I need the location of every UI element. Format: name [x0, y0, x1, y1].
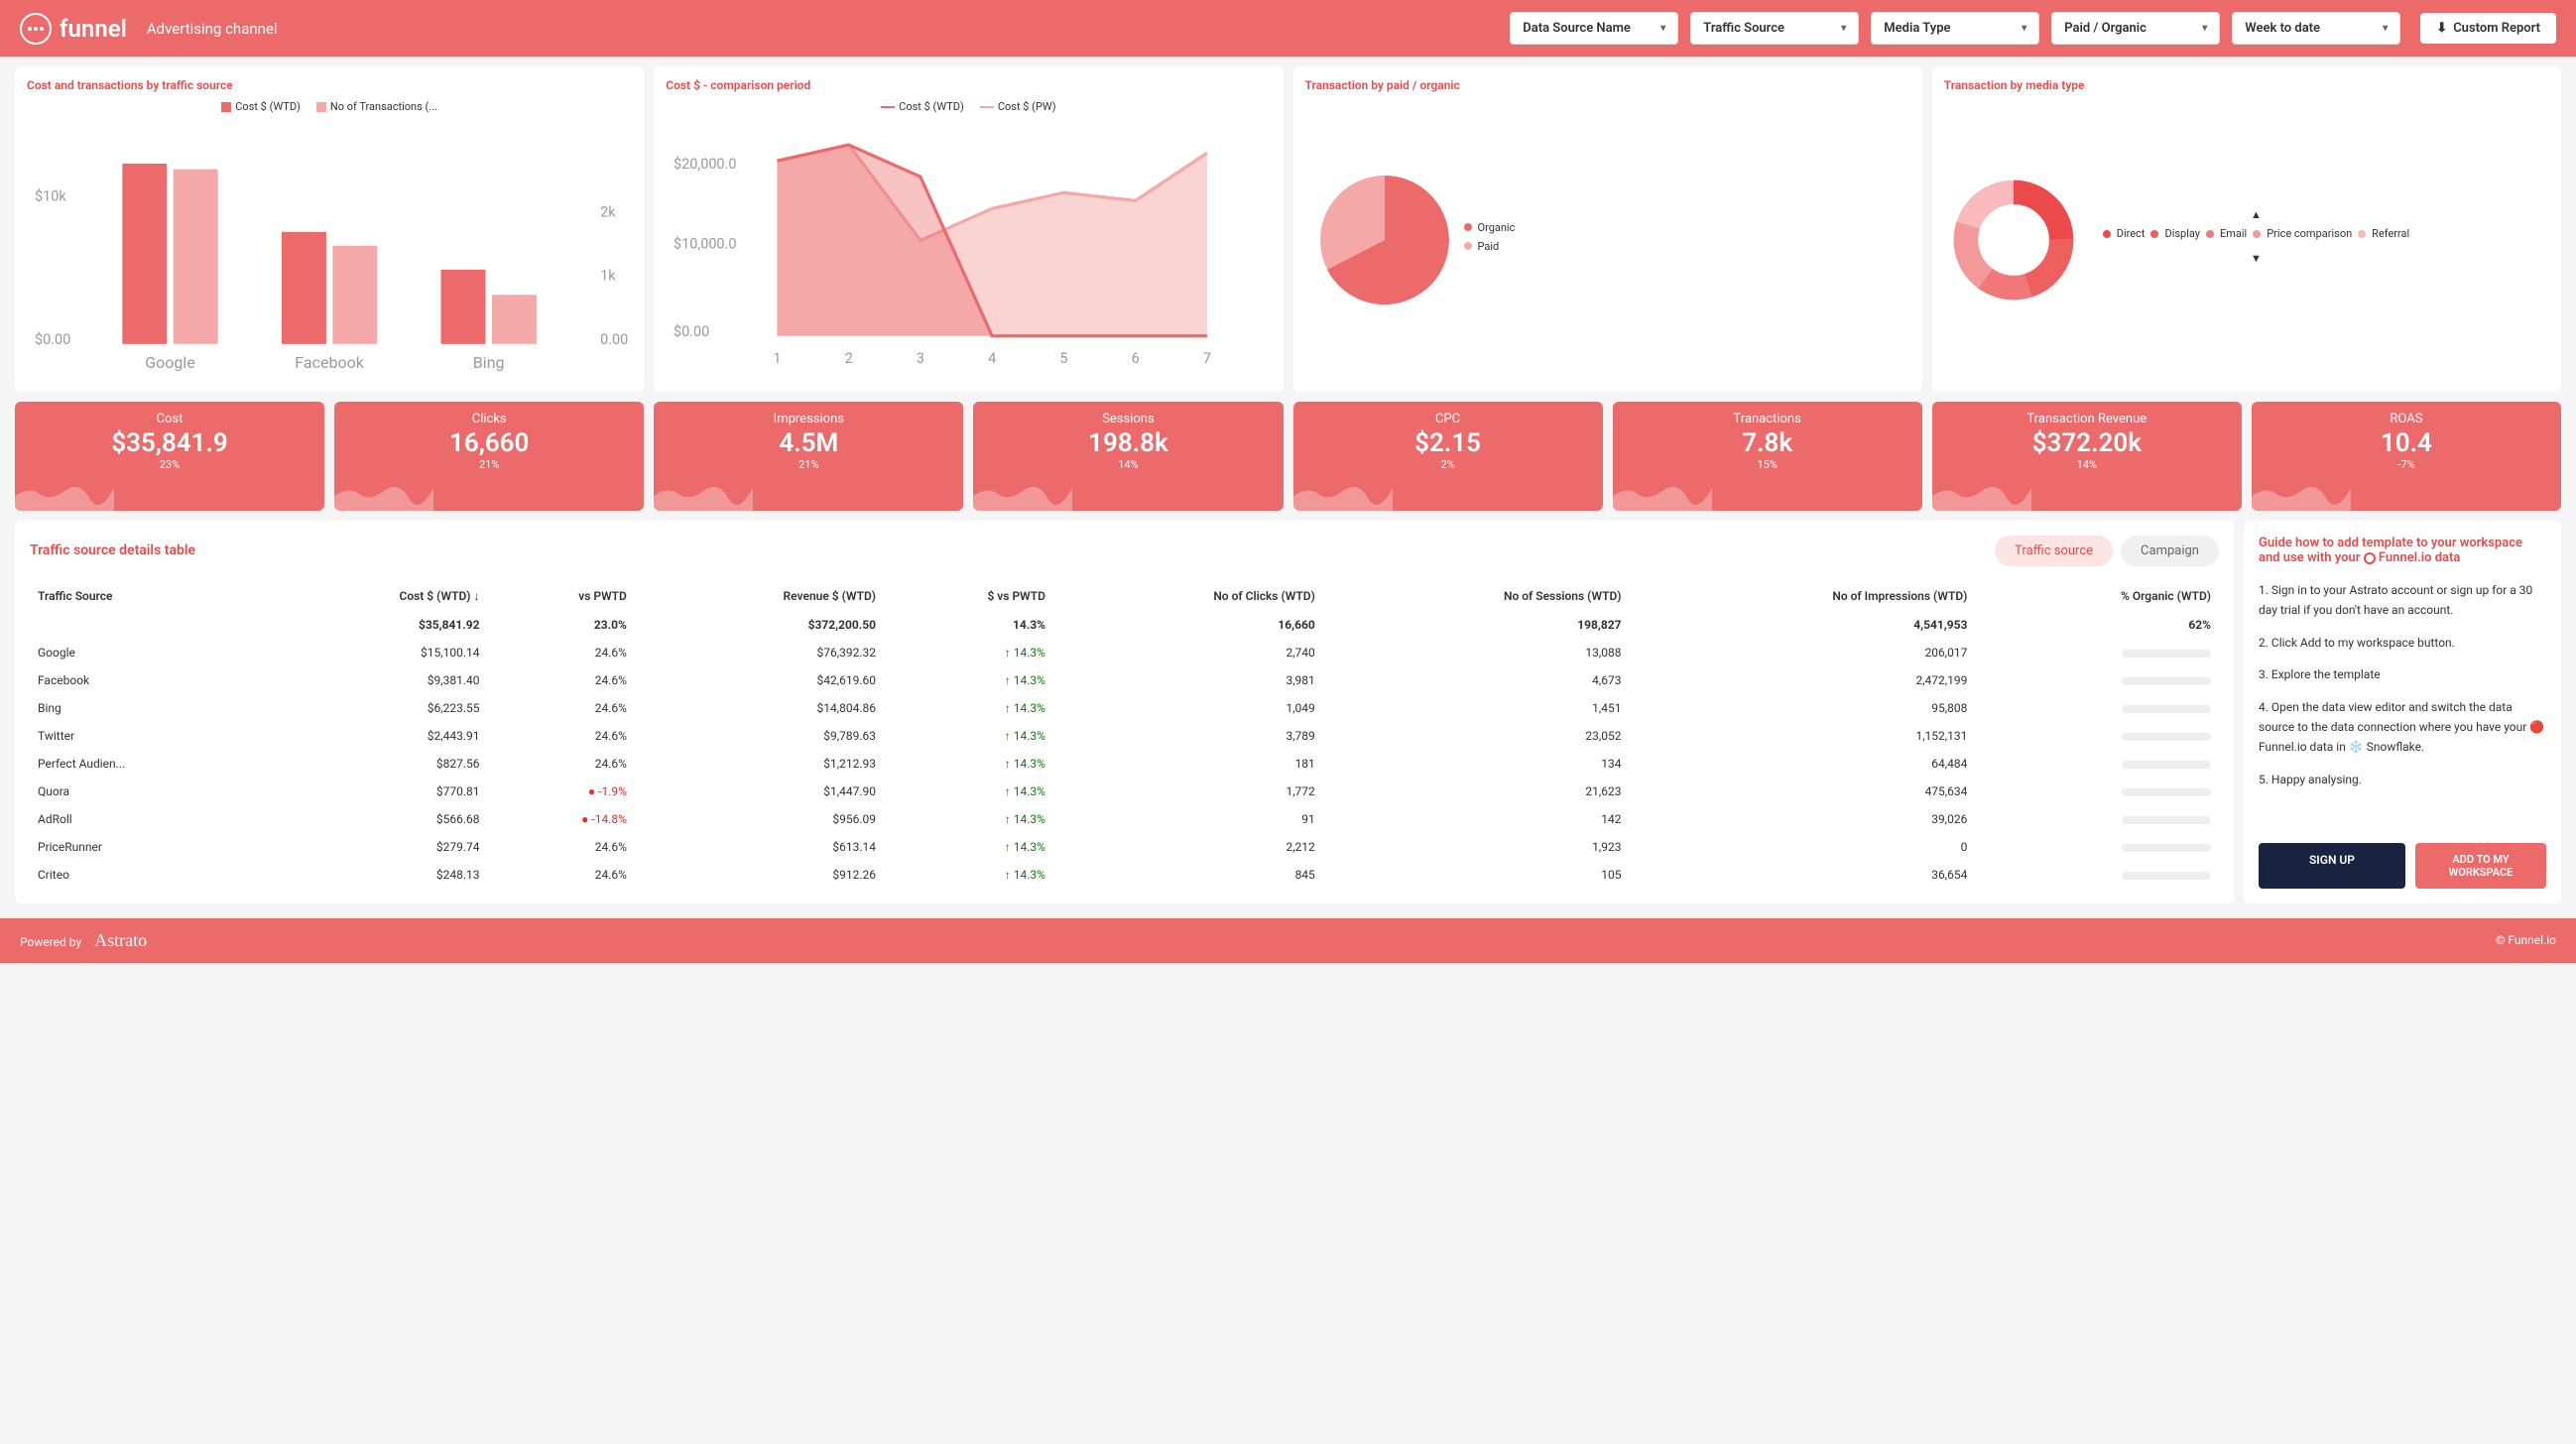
- charts-row: Cost and transactions by traffic source …: [0, 57, 2576, 402]
- add-workspace-button[interactable]: ADD TO MY WORKSPACE: [2415, 843, 2546, 889]
- kpi-0: Cost$35,841.923%: [15, 402, 324, 511]
- svg-text:7: 7: [1203, 350, 1211, 367]
- svg-text:$10k: $10k: [35, 187, 66, 204]
- chevron-down-icon: ▾: [1841, 23, 1846, 34]
- table-total-row: $35,841.9223.0%$372,200.5014.3%16,660198…: [30, 611, 2219, 639]
- chevron-down-icon: ▾: [2383, 23, 2388, 34]
- bottom-row: Traffic source details table Traffic sou…: [0, 521, 2576, 918]
- filter-select-2[interactable]: Media Type▾: [1871, 12, 2039, 45]
- table-title: Traffic source details table: [30, 542, 195, 558]
- custom-report-button[interactable]: ⬇ Custom Report: [2420, 13, 2556, 44]
- guide-title: Guide how to add template to your worksp…: [2259, 536, 2546, 565]
- legend-down-icon[interactable]: ▼: [2103, 252, 2409, 265]
- pie-chart: [1305, 161, 1464, 319]
- svg-text:$20,000.0: $20,000.0: [674, 156, 736, 173]
- copyright: © Funnel.io: [2496, 933, 2556, 947]
- svg-text:6: 6: [1132, 350, 1140, 367]
- area-chart: $20,000.0 $10,000.0 $0.00 1 2 3 4 5 6 7: [666, 121, 1271, 376]
- details-table-card: Traffic source details table Traffic sou…: [15, 521, 2234, 903]
- table-row: AdRoll$566.68● -14.8%$956.09↑ 14.3%91142…: [30, 805, 2219, 833]
- chevron-down-icon: ▾: [2202, 23, 2207, 34]
- header-filters: Data Source Name▾ Traffic Source▾ Media Ty…: [1510, 12, 2400, 45]
- svg-text:1k: 1k: [600, 268, 616, 285]
- svg-text:2: 2: [845, 350, 853, 367]
- signup-button[interactable]: SIGN UP: [2259, 843, 2405, 889]
- kpi-5: Tranactions7.8k15%: [1613, 402, 1922, 511]
- table-row: Criteo$248.1324.6%$912.26↑ 14.3%84510536…: [30, 861, 2219, 889]
- donut-chart-card: Transaction by media type ▲ DirectDispla…: [1932, 66, 2561, 392]
- table-row: Perfect Audien...$827.5624.6%$1,212.93↑ …: [30, 750, 2219, 778]
- details-table: Traffic SourceCost $ (WTD) ↓vs PWTDReven…: [30, 581, 2219, 889]
- table-row: Quora$770.81● -1.9%$1,447.90↑ 14.3%1,772…: [30, 778, 2219, 805]
- svg-text:5: 5: [1060, 350, 1068, 367]
- chevron-down-icon: ▾: [2022, 23, 2026, 34]
- table-tabs: Traffic source Campaign: [1995, 536, 2219, 566]
- svg-text:Facebook: Facebook: [295, 353, 365, 372]
- tab-traffic-source[interactable]: Traffic source: [1995, 536, 2113, 566]
- table-row: Bing$6,223.5524.6%$14,804.86↑ 14.3%1,049…: [30, 694, 2219, 722]
- bar-chart-card: Cost and transactions by traffic source …: [15, 66, 644, 392]
- table-row: Google$15,100.1424.6%$76,392.32↑ 14.3%2,…: [30, 639, 2219, 666]
- guide-card: Guide how to add template to your worksp…: [2244, 521, 2561, 903]
- kpi-6: Transaction Revenue$372.20k14%: [1932, 402, 2242, 511]
- pie-chart-card: Transaction by paid / organic OrganicPai…: [1293, 66, 1922, 392]
- svg-text:$0.00: $0.00: [35, 331, 70, 348]
- svg-text:Google: Google: [145, 353, 195, 372]
- svg-text:4: 4: [988, 350, 996, 367]
- filter-select-3[interactable]: Paid / Organic▾: [2051, 12, 2220, 45]
- funnel-ring-icon: [2364, 552, 2376, 564]
- svg-text:3: 3: [917, 350, 924, 367]
- svg-text:$0.00: $0.00: [674, 323, 709, 340]
- svg-text:2k: 2k: [600, 203, 616, 220]
- kpi-4: CPC$2.152%: [1293, 402, 1603, 511]
- kpi-1: Clicks16,66021%: [334, 402, 644, 511]
- bar-chart: $10k $0.00 2k 1k 0.00 Google Facebook Bing: [27, 121, 632, 376]
- svg-text:0.00: 0.00: [600, 331, 628, 348]
- kpi-2: Impressions4.5M21%: [654, 402, 963, 511]
- legend-up-icon[interactable]: ▲: [2103, 208, 2409, 221]
- logo: funnel: [20, 13, 127, 45]
- funnel-logo-icon: [20, 13, 52, 45]
- kpi-7: ROAS10.4-7%: [2252, 402, 2561, 511]
- table-row: PriceRunner$279.7424.6%$613.14↑ 14.3%2,2…: [30, 833, 2219, 861]
- filter-select-4[interactable]: Week to date▾: [2232, 12, 2400, 45]
- footer: Powered by Astrato © Funnel.io: [0, 918, 2576, 963]
- kpis-row: Cost$35,841.923%Clicks16,66021%Impressio…: [0, 402, 2576, 521]
- tab-campaign[interactable]: Campaign: [2121, 536, 2219, 566]
- page-title: Advertising channel: [147, 20, 278, 38]
- svg-text:Bing: Bing: [473, 353, 505, 372]
- astrato-logo: Astrato: [94, 930, 147, 950]
- chevron-down-icon: ▾: [1660, 23, 1665, 34]
- download-icon: ⬇: [2436, 21, 2447, 36]
- kpi-3: Sessions198.8k14%: [973, 402, 1283, 511]
- header: funnel Advertising channel Data Source N…: [0, 0, 2576, 57]
- filter-select-0[interactable]: Data Source Name▾: [1510, 12, 1678, 45]
- area-chart-card: Cost $ - comparison period Cost $ (WTD)C…: [654, 66, 1283, 392]
- donut-chart: [1944, 171, 2083, 309]
- svg-text:$10,000.0: $10,000.0: [674, 235, 736, 252]
- table-row: Facebook$9,381.4024.6%$42,619.60↑ 14.3%3…: [30, 666, 2219, 694]
- svg-text:1: 1: [774, 350, 782, 367]
- table-row: Twitter$2,443.9124.6%$9,789.63↑ 14.3%3,7…: [30, 722, 2219, 750]
- filter-select-1[interactable]: Traffic Source▾: [1690, 12, 1859, 45]
- logo-text: funnel: [60, 15, 127, 43]
